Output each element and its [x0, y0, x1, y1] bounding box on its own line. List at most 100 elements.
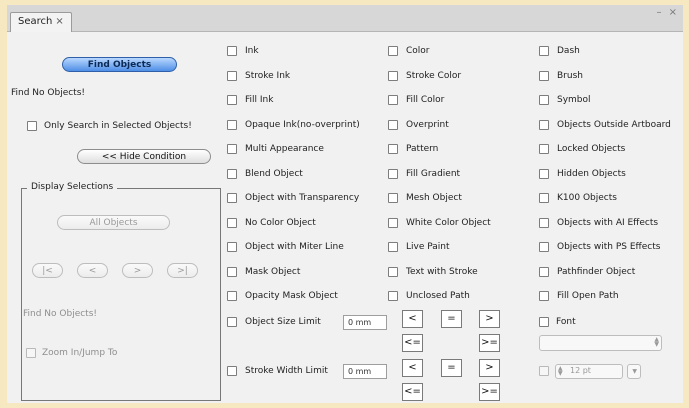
- close-icon[interactable]: ×: [55, 16, 63, 27]
- find-status: Find No Objects!: [11, 88, 86, 98]
- stroke-limit-label: Stroke Width Limit: [245, 366, 328, 376]
- col1-label-1: Stroke Ink: [245, 70, 291, 81]
- col2-label-5: Fill Gradient: [406, 168, 461, 179]
- only-selected-label: Only Search in Selected Objects!: [44, 121, 192, 131]
- col3-checkbox-10[interactable]: [539, 291, 549, 301]
- col2-checkbox-2[interactable]: [388, 95, 398, 105]
- stroke-ge-button[interactable]: >=: [479, 383, 500, 401]
- col3-checkbox-5[interactable]: [539, 168, 549, 179]
- size-limit-input[interactable]: 0 mm: [343, 315, 387, 330]
- col1-label-9: Mask Object: [245, 266, 301, 277]
- size-eq-button[interactable]: =: [441, 310, 462, 328]
- nav-prev-button[interactable]: <: [77, 263, 108, 278]
- size-lt-button[interactable]: <: [402, 310, 423, 328]
- col1-checkbox-3[interactable]: [227, 119, 237, 130]
- all-objects-button[interactable]: All Objects: [57, 215, 170, 230]
- stroke-lt-button[interactable]: <: [402, 359, 423, 377]
- col2-checkbox-9[interactable]: [388, 266, 398, 277]
- col3-checkbox-8[interactable]: [539, 242, 549, 252]
- col3-label-2: Symbol: [557, 95, 591, 105]
- only-selected-checkbox[interactable]: [27, 121, 37, 131]
- tab-strip: Search × – ×: [7, 5, 683, 32]
- tab-search[interactable]: Search ×: [10, 12, 72, 32]
- col1-checkbox-9[interactable]: [227, 266, 237, 277]
- col3-label-6: K100 Objects: [557, 193, 617, 203]
- col1-label-3: Opaque Ink(no-overprint): [245, 119, 360, 130]
- col3-checkbox-9[interactable]: [539, 266, 549, 277]
- font-size-dropdown[interactable]: ▼: [627, 364, 641, 379]
- find-objects-button[interactable]: Find Objects: [62, 57, 177, 72]
- display-status: Find No Objects!: [23, 309, 98, 319]
- zoom-label: Zoom In/Jump To: [42, 348, 118, 358]
- dropdown-arrow-icon: ▼: [632, 368, 637, 375]
- search-panel: Search × – × Find Objects Find No Objects…: [7, 5, 683, 403]
- size-ge-button[interactable]: >=: [479, 334, 500, 352]
- col2-checkbox-10[interactable]: [388, 291, 398, 301]
- size-gt-button[interactable]: >: [479, 310, 500, 328]
- col3-label-4: Locked Objects: [557, 144, 626, 154]
- col3-label-0: Dash: [557, 46, 580, 56]
- nav-next-button[interactable]: >: [122, 263, 153, 278]
- hide-condition-button[interactable]: << Hide Condition: [77, 149, 211, 164]
- col2-checkbox-3[interactable]: [388, 119, 398, 130]
- font-size-checkbox[interactable]: [539, 366, 549, 376]
- col2-label-1: Stroke Color: [406, 70, 462, 81]
- nav-first-button[interactable]: |<: [32, 263, 63, 278]
- col3-checkbox-0[interactable]: [539, 46, 549, 56]
- zoom-checkbox[interactable]: [26, 348, 36, 358]
- col3-label-7: Objects with AI Effects: [557, 217, 659, 228]
- col1-checkbox-0[interactable]: [227, 46, 237, 56]
- col2-label-4: Pattern: [406, 144, 439, 154]
- col1-checkbox-4[interactable]: [227, 144, 237, 154]
- font-family-select[interactable]: ▲ ▼: [539, 335, 662, 351]
- font-size-field[interactable]: ▲ ▼ 12 pt: [555, 364, 623, 379]
- stroke-limit-input[interactable]: 0 mm: [343, 364, 387, 379]
- stroke-le-button[interactable]: <=: [402, 383, 423, 401]
- col1-label-0: Ink: [245, 46, 259, 56]
- col2-checkbox-7[interactable]: [388, 217, 398, 228]
- col2-checkbox-1[interactable]: [388, 70, 398, 81]
- col2-label-8: Live Paint: [406, 242, 450, 252]
- col3-label-10: Fill Open Path: [557, 291, 619, 301]
- col3-label-9: Pathfinder Object: [557, 266, 636, 277]
- col2-checkbox-6[interactable]: [388, 193, 398, 203]
- window-controls[interactable]: – ×: [656, 7, 679, 18]
- col1-label-8: Object with Miter Line: [245, 242, 344, 252]
- col3-checkbox-3[interactable]: [539, 119, 549, 130]
- col1-checkbox-10[interactable]: [227, 291, 237, 301]
- col1-checkbox-1[interactable]: [227, 70, 237, 81]
- col2-checkbox-5[interactable]: [388, 168, 398, 179]
- nav-last-button[interactable]: >|: [167, 263, 198, 278]
- select-arrows-icon: ▲ ▼: [654, 336, 659, 348]
- col1-checkbox-5[interactable]: [227, 168, 237, 179]
- display-selections-group: Display Selections All Objects |< < > >|…: [21, 182, 221, 401]
- col1-label-10: Opacity Mask Object: [245, 291, 338, 301]
- col1-label-7: No Color Object: [245, 217, 316, 228]
- col3-checkbox-4[interactable]: [539, 144, 549, 154]
- col1-label-6: Object with Transparency: [245, 193, 360, 203]
- size-limit-label: Object Size Limit: [245, 317, 321, 327]
- font-label: Font: [556, 317, 576, 327]
- col3-checkbox-1[interactable]: [539, 70, 549, 81]
- col1-label-5: Blend Object: [245, 168, 303, 179]
- font-checkbox[interactable]: [539, 317, 549, 327]
- stepper-icon[interactable]: ▲ ▼: [558, 366, 563, 377]
- col1-checkbox-2[interactable]: [227, 95, 237, 105]
- col2-checkbox-0[interactable]: [388, 46, 398, 56]
- col1-label-2: Fill Ink: [245, 95, 274, 105]
- size-limit-checkbox[interactable]: [227, 317, 237, 327]
- col2-checkbox-8[interactable]: [388, 242, 398, 252]
- col1-checkbox-8[interactable]: [227, 242, 237, 252]
- col3-checkbox-2[interactable]: [539, 95, 549, 105]
- stroke-gt-button[interactable]: >: [479, 359, 500, 377]
- size-le-button[interactable]: <=: [402, 334, 423, 352]
- stroke-limit-checkbox[interactable]: [227, 366, 237, 376]
- col1-checkbox-6[interactable]: [227, 193, 237, 203]
- col1-checkbox-7[interactable]: [227, 217, 237, 228]
- col2-label-3: Overprint: [406, 119, 449, 130]
- col3-checkbox-7[interactable]: [539, 217, 549, 228]
- col3-checkbox-6[interactable]: [539, 193, 549, 203]
- col2-label-2: Fill Color: [406, 95, 445, 105]
- stroke-eq-button[interactable]: =: [441, 359, 462, 377]
- col2-checkbox-4[interactable]: [388, 144, 398, 154]
